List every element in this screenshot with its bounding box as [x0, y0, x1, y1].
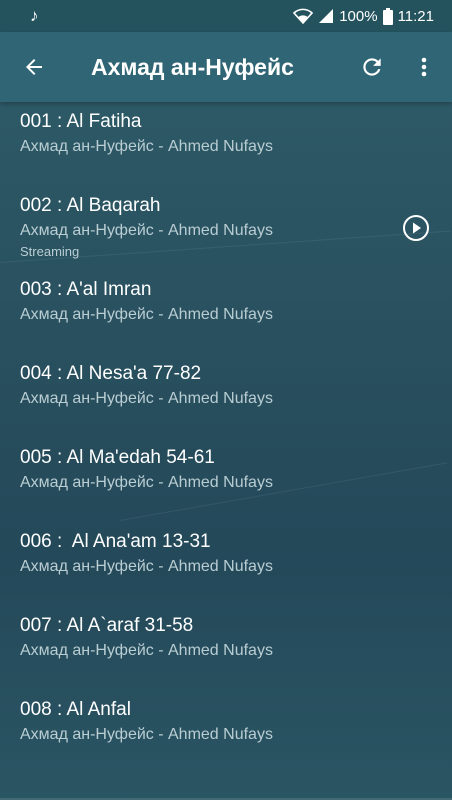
list-item[interactable]: 003 : A'al Imran Ахмад ан-Нуфейс - Ahmed… — [0, 270, 452, 354]
more-vert-icon — [421, 57, 427, 77]
more-options-button[interactable] — [410, 51, 438, 83]
wifi-icon — [293, 8, 314, 24]
track-subtitle: Ахмад ан-Нуфейс - Ahmed Nufays — [20, 138, 273, 155]
back-button[interactable] — [18, 51, 50, 83]
track-subtitle: Ахмад ан-Нуфейс - Ahmed Nufays — [20, 474, 273, 491]
track-title: 008 : Al Anfal — [20, 699, 131, 720]
track-subtitle: Ахмад ан-Нуфейс - Ahmed Nufays — [20, 642, 273, 659]
track-title: 005 : Al Ma'edah 54-61 — [20, 447, 215, 468]
back-arrow-icon — [26, 59, 42, 75]
status-bar: ♪ 100% 11:21 — [0, 0, 452, 32]
track-subtitle: Ахмад ан-Нуфейс - Ahmed Nufays — [20, 726, 273, 743]
page-title: Ахмад ан-Нуфейс — [91, 54, 294, 80]
battery-icon — [382, 7, 393, 25]
clock: 11:21 — [397, 7, 434, 25]
refresh-icon — [363, 58, 381, 76]
track-subtitle: Ахмад ан-Нуфейс - Ahmed Nufays — [20, 222, 273, 239]
list-item[interactable]: 001 : Al Fatiha Ахмад ан-Нуфейс - Ahmed … — [0, 102, 452, 186]
track-title: 007 : Al A`araf 31-58 — [20, 615, 194, 636]
track-list: 001 : Al Fatiha Ахмад ан-Нуфейс - Ahmed … — [0, 102, 452, 800]
status-right: 100% 11:21 — [293, 6, 434, 26]
app-bar: Ахмад ан-Нуфейс — [0, 32, 452, 102]
track-subtitle: Ахмад ан-Нуфейс - Ahmed Nufays — [20, 306, 273, 323]
track-subtitle: Ахмад ан-Нуфейс - Ahmed Nufays — [20, 558, 273, 575]
track-title: 001 : Al Fatiha — [20, 111, 142, 132]
track-title: 006 : Al Ana'am 13-31 — [20, 531, 211, 552]
track-title: 004 : Al Nesa'a 77-82 — [20, 363, 202, 384]
signal-icon — [319, 9, 334, 23]
track-title: 003 : A'al Imran — [20, 279, 152, 300]
list-item[interactable]: 004 : Al Nesa'a 77-82 Ахмад ан-Нуфейс - … — [0, 354, 452, 438]
battery-percent: 100% — [339, 7, 378, 25]
play-button[interactable] — [402, 214, 430, 242]
track-subtitle: Ахмад ан-Нуфейс - Ahmed Nufays — [20, 390, 273, 407]
list-item[interactable]: 007 : Al A`araf 31-58 Ахмад ан-Нуфейс - … — [0, 606, 452, 690]
refresh-button[interactable] — [356, 51, 388, 83]
list-item[interactable]: 008 : Al Anfal Ахмад ан-Нуфейс - Ahmed N… — [0, 690, 452, 774]
music-note-icon: ♪ — [30, 6, 39, 25]
list-item[interactable]: 006 : Al Ana'am 13-31 Ахмад ан-Нуфейс - … — [0, 522, 452, 606]
streaming-status: Streaming — [20, 244, 80, 259]
track-title: 002 : Al Baqarah — [20, 195, 161, 216]
list-item[interactable]: 005 : Al Ma'edah 54-61 Ахмад ан-Нуфейс -… — [0, 438, 452, 522]
play-circle-icon — [403, 215, 429, 241]
